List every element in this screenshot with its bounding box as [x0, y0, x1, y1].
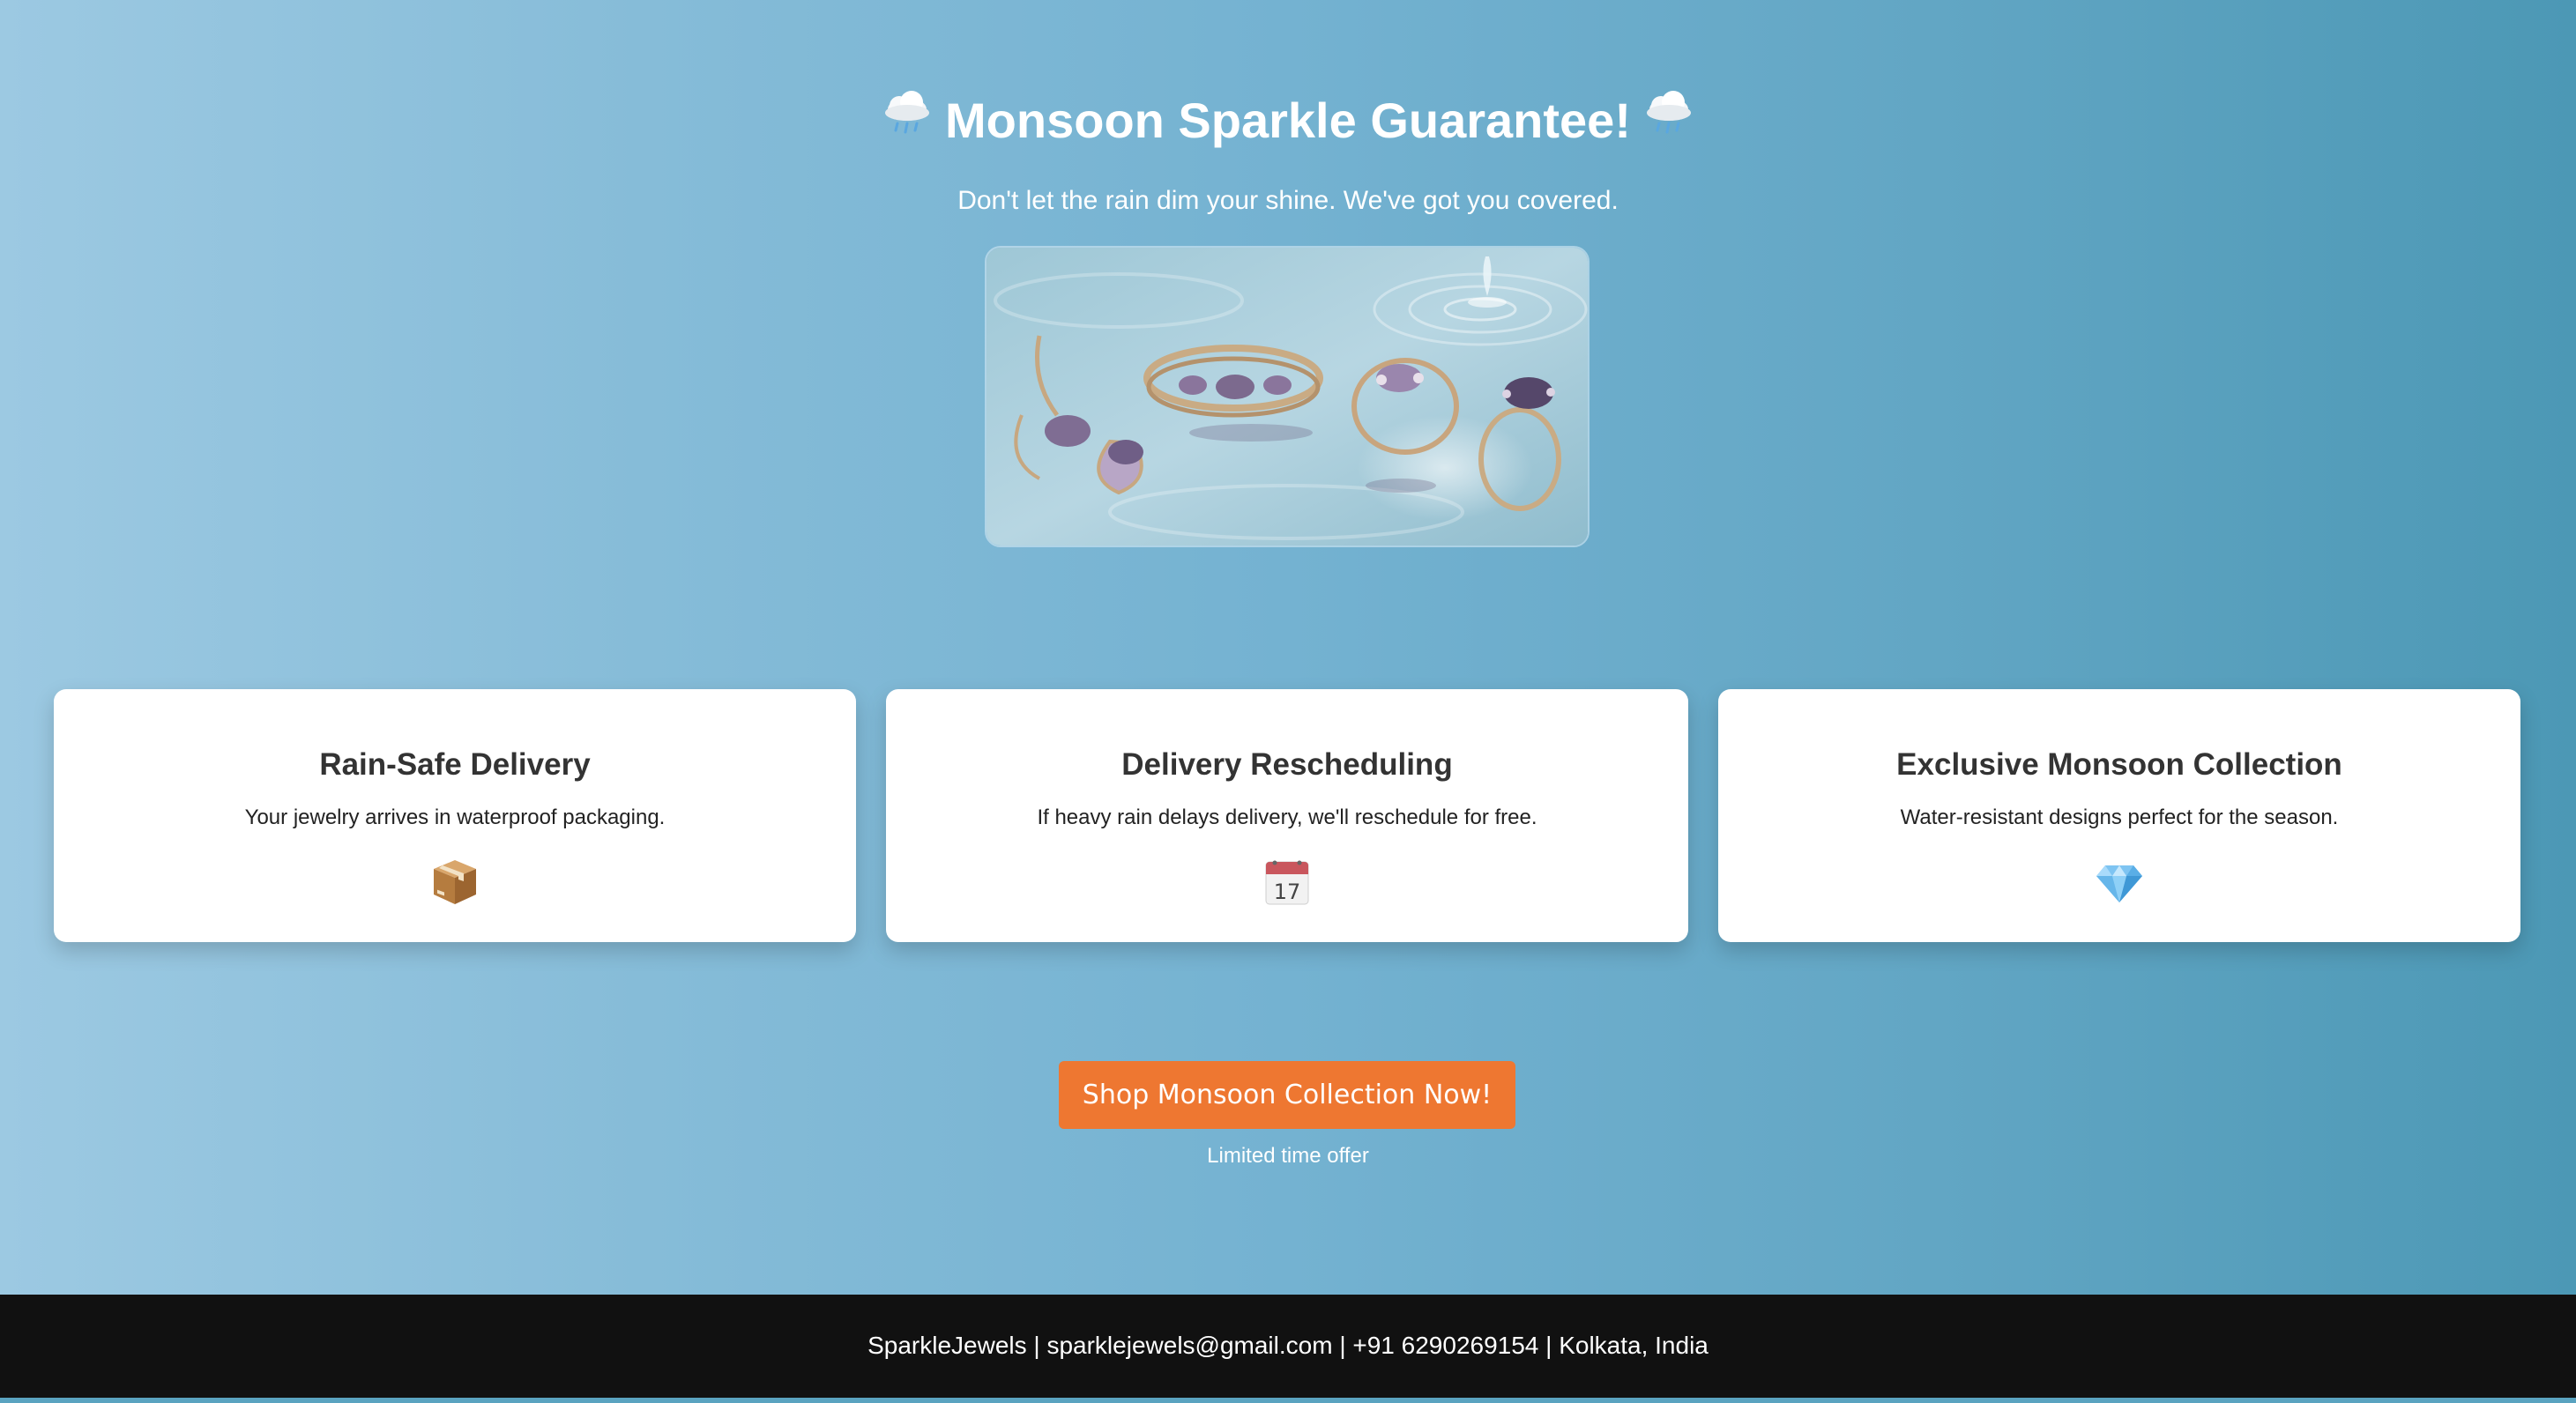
feature-card-exclusive-monsoon-collection: Exclusive Monsoon Collection Water-resis… — [1718, 689, 2520, 942]
gem-icon — [2093, 855, 2146, 908]
feature-description: If heavy rain delays delivery, we'll res… — [1037, 805, 1537, 829]
calendar-icon: 17 — [1261, 855, 1314, 908]
footer-contact-info: SparkleJewels | sparklejewels@gmail.com … — [867, 1332, 1709, 1359]
calendar-day: 17 — [1274, 880, 1301, 904]
limited-offer-note: Limited time offer — [1207, 1144, 1369, 1168]
page-title: Monsoon Sparkle Guarantee! — [0, 90, 2576, 155]
cloud-with-rain-icon — [1643, 90, 1694, 152]
cloud-with-rain-icon — [882, 90, 933, 152]
page-title-text: Monsoon Sparkle Guarantee! — [945, 93, 1631, 148]
feature-description: Water-resistant designs perfect for the … — [1900, 805, 2339, 829]
bottom-divider — [0, 1398, 2576, 1403]
hero-jewelry-image — [985, 246, 1590, 547]
feature-title: Exclusive Monsoon Collection — [1896, 747, 2342, 782]
shop-monsoon-collection-button[interactable]: Shop Monsoon Collection Now! — [1059, 1061, 1515, 1129]
package-icon — [428, 855, 481, 908]
feature-title: Delivery Rescheduling — [1121, 747, 1453, 782]
footer: SparkleJewels | sparklejewels@gmail.com … — [0, 1295, 2576, 1398]
feature-card-rain-safe-delivery: Rain-Safe Delivery Your jewelry arrives … — [54, 689, 856, 942]
feature-title: Rain-Safe Delivery — [319, 747, 591, 782]
feature-description: Your jewelry arrives in waterproof packa… — [244, 805, 666, 829]
page-subtitle: Don't let the rain dim your shine. We've… — [957, 186, 1619, 215]
feature-card-delivery-rescheduling: Delivery Rescheduling If heavy rain dela… — [886, 689, 1688, 942]
